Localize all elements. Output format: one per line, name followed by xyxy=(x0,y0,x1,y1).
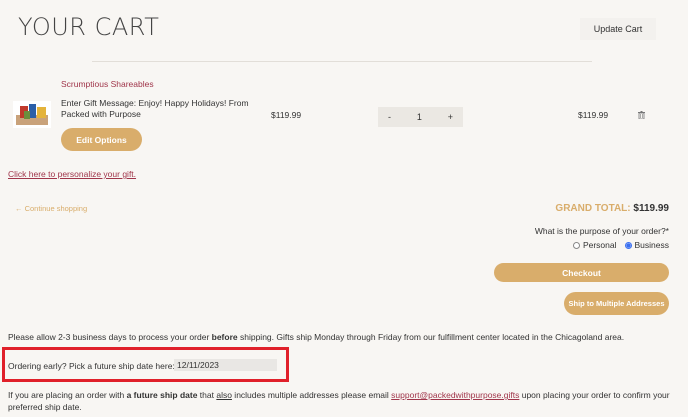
purpose-business-radio[interactable]: Business xyxy=(624,240,670,250)
product-thumbnail[interactable] xyxy=(13,101,51,128)
line-total: $119.99 xyxy=(578,110,609,120)
future-note-text: If you are placing an order with xyxy=(8,390,127,400)
personalize-gift-link[interactable]: Click here to personalize your gift. xyxy=(8,169,136,179)
processing-note: Please allow 2-3 business days to proces… xyxy=(8,332,624,342)
purpose-personal-label: Personal xyxy=(582,240,617,250)
unit-price: $119.99 xyxy=(271,110,302,120)
grand-total-label: GRAND TOTAL: xyxy=(555,203,631,214)
processing-note-text: Please allow 2-3 business days to proces… xyxy=(8,332,212,342)
divider xyxy=(92,61,592,62)
quantity-stepper: - 1 + xyxy=(378,107,463,127)
trash-icon[interactable] xyxy=(638,111,645,119)
future-ship-note: If you are placing an order with a futur… xyxy=(8,389,678,413)
purpose-business-label: Business xyxy=(634,240,670,250)
processing-note-bold: before xyxy=(211,332,238,342)
radio-checked-icon[interactable] xyxy=(624,242,632,249)
future-note-underline: also xyxy=(216,390,232,400)
checkout-button[interactable]: Checkout xyxy=(494,263,669,282)
purpose-personal-radio[interactable]: Personal xyxy=(572,240,617,250)
gift-message: Enter Gift Message: Enjoy! Happy Holiday… xyxy=(61,98,249,119)
ship-multiple-addresses-button[interactable]: Ship to Multiple Addresses xyxy=(564,292,669,315)
purpose-question: What is the purpose of your order?* xyxy=(534,226,669,236)
future-note-text-2: that xyxy=(197,390,217,400)
ship-date-label: Ordering early? Pick a future ship date … xyxy=(8,361,175,371)
ship-date-input[interactable] xyxy=(174,359,277,371)
arrow-left-icon: ← xyxy=(15,204,25,213)
future-note-text-3: includes multiple addresses please email xyxy=(231,390,392,400)
future-note-bold: a future ship date xyxy=(126,390,198,400)
grand-total-value: $119.99 xyxy=(633,203,669,214)
processing-note-text-2: shipping. Gifts ship Monday through Frid… xyxy=(237,332,625,342)
edit-options-button[interactable]: Edit Options xyxy=(61,128,142,151)
continue-shopping-link[interactable]: ← Continue shopping xyxy=(15,204,87,213)
continue-shopping-label: Continue shopping xyxy=(24,204,88,213)
grand-total: GRAND TOTAL: $119.99 xyxy=(555,203,669,214)
support-email-link[interactable]: support@packedwithpurpose.gifts xyxy=(391,390,519,400)
update-cart-button[interactable]: Update Cart xyxy=(580,18,656,40)
radio-unchecked-icon[interactable] xyxy=(572,242,580,249)
qty-increase-button[interactable]: + xyxy=(448,112,453,122)
qty-decrease-button[interactable]: - xyxy=(388,112,391,122)
page-title: YOUR CART xyxy=(18,13,160,41)
product-name[interactable]: Scrumptious Shareables xyxy=(61,79,154,89)
purpose-radio-group: Personal Business xyxy=(572,240,670,250)
qty-value[interactable]: 1 xyxy=(417,112,422,122)
